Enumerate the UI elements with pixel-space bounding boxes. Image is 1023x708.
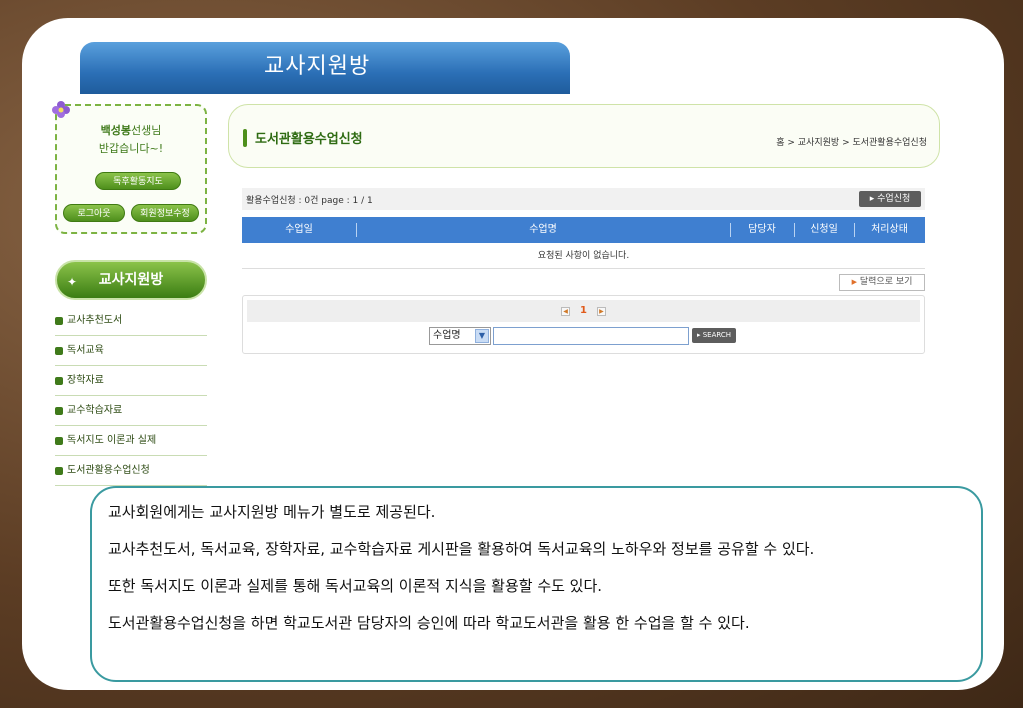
page-title: 도서관활용수업신청: [255, 132, 363, 147]
table-header: 수업일 수업명 담당자 신청일 처리상태: [242, 217, 925, 243]
prev-page-icon[interactable]: ◀: [561, 306, 571, 316]
column-header: 수업일: [285, 224, 313, 235]
column-header: 처리상태: [854, 217, 925, 243]
calendar-view-button[interactable]: ▶ 달력으로 보기: [839, 274, 925, 291]
bullet-icon: [55, 377, 63, 385]
sidebar-item-teaching-materials[interactable]: 교수학습자료: [55, 396, 207, 426]
search-field-select[interactable]: 수업명 ▼: [429, 327, 491, 345]
column-header: 수업명: [356, 217, 730, 243]
sidebar-item-reading-theory[interactable]: 독서지도 이론과 실제: [55, 426, 207, 456]
bullet-icon: [55, 437, 63, 445]
sidebar-item-label: 교사추천도서: [67, 315, 123, 326]
sidebar-item-reading-education[interactable]: 독서교육: [55, 336, 207, 366]
reading-guide-button[interactable]: 독후활동지도: [95, 172, 181, 190]
note-line: 도서관활용수업신청을 하면 학교도서관 담당자의 승인에 따라 학교도서관을 활…: [108, 614, 750, 632]
bullet-icon: [55, 317, 63, 325]
sidebar-item-label: 교수학습자료: [67, 405, 123, 416]
triangle-icon: ▶: [851, 278, 857, 286]
pagination: ◀ 1 ▶: [247, 300, 920, 322]
breadcrumb: 홈 > 교사지원방 > 도서관활용수업신청: [776, 138, 927, 148]
search-button[interactable]: ▸ SEARCH: [692, 328, 736, 343]
sidebar-heading-label: 교사지원방: [98, 272, 164, 288]
empty-message: 요청된 사항이 없습니다.: [242, 243, 925, 269]
sidebar-item-label: 장학자료: [67, 375, 104, 386]
sidebar-heading: ✦ 교사지원방: [55, 260, 207, 300]
sidebar-item-library-class-request[interactable]: 도서관활용수업신청: [55, 456, 207, 486]
search-panel: ◀ 1 ▶ 수업명 ▼ ▸ SEARCH: [242, 295, 925, 354]
page-header-title: 교사지원방: [80, 42, 570, 94]
sidebar-item-label: 독서교육: [67, 345, 104, 356]
user-name: 백성봉: [100, 124, 131, 137]
note-line: 또한 독서지도 이론과 실제를 통해 독서교육의 이론적 지식을 활용할 수도 …: [108, 577, 603, 595]
login-box: 백성봉선생님 반갑습니다~! 독후활동지도 로그아웃 회원정보수정: [52, 101, 207, 234]
chevron-down-icon: ▼: [475, 329, 489, 343]
calendar-view-label: 달력으로 보기: [859, 277, 913, 287]
note-line: 교사회원에게는 교사지원방 메뉴가 별도로 제공된다.: [108, 503, 436, 521]
bullet-icon: [55, 407, 63, 415]
edit-profile-button[interactable]: 회원정보수정: [131, 204, 199, 222]
sidebar-item-scholarship-materials[interactable]: 장학자료: [55, 366, 207, 396]
note-line: 교사추천도서, 독서교육, 장학자료, 교수학습자료 게시판을 활용하여 독서교…: [108, 540, 815, 558]
bullet-icon: [55, 347, 63, 355]
sidebar-menu: 교사추천도서 독서교육 장학자료 교수학습자료 독서지도 이론과 실제 도서관활…: [55, 306, 207, 486]
sidebar-item-recommended-books[interactable]: 교사추천도서: [55, 306, 207, 336]
request-count: 활용수업신청 : 0건 page : 1 / 1: [246, 196, 373, 206]
logout-button[interactable]: 로그아웃: [63, 204, 125, 222]
title-marker: [243, 129, 247, 147]
sidebar-item-label: 독서지도 이론과 실제: [67, 435, 157, 446]
slide-card: 교사지원방 백성봉선생님 반갑습니다~! 독후활동지도 로그아웃 회원정보수정 …: [22, 18, 1004, 690]
greeting-message: 반갑습니다~!: [98, 142, 164, 155]
search-input[interactable]: [493, 327, 689, 345]
page-title-bar: 도서관활용수업신청 홈 > 교사지원방 > 도서관활용수업신청: [228, 104, 940, 168]
bullet-icon: [55, 467, 63, 475]
search-field-value: 수업명: [433, 330, 461, 341]
explanation-box: 교사회원에게는 교사지원방 메뉴가 별도로 제공된다. 교사추천도서, 독서교육…: [90, 486, 983, 682]
column-header: 담당자: [730, 217, 794, 243]
greeting-text: 백성봉선생님 반갑습니다~!: [57, 122, 205, 158]
flower-icon: [52, 101, 70, 118]
next-page-icon[interactable]: ▶: [596, 306, 606, 316]
apply-class-button[interactable]: ▸ 수업신청: [859, 191, 921, 207]
list-info-row: 활용수업신청 : 0건 page : 1 / 1 ▸ 수업신청: [242, 188, 925, 210]
sparkle-icon: ✦: [67, 275, 78, 289]
sidebar-item-label: 도서관활용수업신청: [67, 465, 150, 476]
column-header: 신청일: [794, 217, 854, 243]
user-suffix: 선생님: [131, 124, 162, 137]
current-page[interactable]: 1: [580, 305, 587, 316]
